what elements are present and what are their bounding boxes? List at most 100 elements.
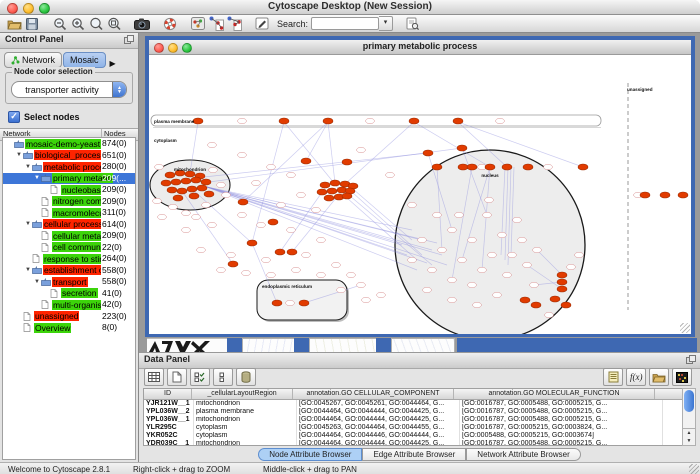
graph-node[interactable] <box>423 287 432 292</box>
network-window-resize-grip[interactable] <box>680 323 690 333</box>
scrollbar-thumb[interactable] <box>684 390 694 412</box>
graph-node[interactable] <box>169 204 178 209</box>
expand-triangle-icon[interactable]: ▼ <box>24 221 32 227</box>
table-cell[interactable]: cytoplasm <box>194 424 297 432</box>
tree-row[interactable]: ▼cellular process614(0) <box>3 219 135 231</box>
graph-node-selected[interactable] <box>201 179 211 185</box>
search-index-icon[interactable] <box>403 16 421 32</box>
graph-node[interactable] <box>347 272 356 277</box>
graph-node[interactable] <box>433 212 442 217</box>
graph-node[interactable] <box>209 167 218 172</box>
graph-node[interactable] <box>238 212 247 217</box>
tree-row[interactable]: cell communicat22(0) <box>3 242 135 254</box>
graph-node[interactable] <box>483 212 492 217</box>
region-plasma-membrane[interactable] <box>151 115 601 126</box>
graph-node[interactable] <box>217 267 226 272</box>
graph-node[interactable] <box>478 267 487 272</box>
table-cell[interactable] <box>663 408 684 416</box>
graph-node[interactable] <box>182 210 191 215</box>
zoom-in-icon[interactable] <box>69 16 87 32</box>
graph-node[interactable] <box>257 222 266 227</box>
graph-node[interactable] <box>488 252 497 257</box>
graph-node-selected[interactable] <box>342 193 352 199</box>
graph-node[interactable] <box>523 262 532 267</box>
graph-node[interactable] <box>473 302 482 307</box>
tab-network[interactable]: Network <box>4 52 62 68</box>
expand-triangle-icon[interactable]: ▼ <box>33 279 41 285</box>
app-resize-grip[interactable] <box>689 464 699 474</box>
graph-node[interactable] <box>513 217 522 222</box>
table-cell[interactable]: YPL036W__1 <box>144 416 194 424</box>
attribute-table-scrollbar[interactable]: ▲▼ <box>682 388 696 446</box>
table-cell[interactable]: [GO:0016787, GO:0005488, GO:0005215, G..… <box>460 416 663 424</box>
annotation-icon[interactable] <box>253 16 271 32</box>
table-cell[interactable]: [GO:0016787, GO:0005215, GO:0003824, G..… <box>460 424 663 432</box>
graph-node[interactable] <box>503 272 512 277</box>
graph-node[interactable] <box>317 272 326 277</box>
graph-node[interactable] <box>208 222 217 227</box>
graph-node[interactable] <box>448 277 457 282</box>
layout-icon-1[interactable] <box>207 16 225 32</box>
graph-node-selected[interactable] <box>660 192 670 198</box>
graph-node-selected[interactable] <box>204 191 214 197</box>
graph-node-selected[interactable] <box>678 192 688 198</box>
graph-node[interactable] <box>297 192 306 197</box>
graph-node-selected[interactable] <box>272 300 282 306</box>
table-cell[interactable]: [GO:0016787, GO:0005488, GO:0005215, G..… <box>460 440 663 446</box>
window-titlebar[interactable]: Cytoscape Desktop (New Session) <box>0 0 700 15</box>
table-cell[interactable]: [GO:0016787, GO:0005488, GO:0005215, G..… <box>460 408 663 416</box>
save-session-icon[interactable] <box>23 16 41 32</box>
zoom-selected-icon[interactable] <box>105 16 123 32</box>
graph-node[interactable] <box>567 264 576 269</box>
graph-node[interactable] <box>418 237 427 242</box>
expand-triangle-icon[interactable]: ▼ <box>24 267 32 273</box>
graph-node[interactable] <box>458 257 467 262</box>
table-cell[interactable] <box>663 424 684 432</box>
graph-node[interactable] <box>217 182 226 187</box>
table-cell[interactable] <box>663 440 684 446</box>
graph-node[interactable] <box>197 247 206 252</box>
graph-node[interactable] <box>252 180 261 185</box>
graph-node[interactable] <box>498 232 507 237</box>
graph-node[interactable] <box>362 297 371 302</box>
column-header[interactable]: annotation.GO MOLECULAR_FUNCTION <box>454 389 655 399</box>
graph-node[interactable] <box>287 172 296 177</box>
graph-node-selected[interactable] <box>171 179 181 185</box>
graph-node[interactable] <box>377 292 386 297</box>
graph-node-selected[interactable] <box>268 219 278 225</box>
graph-node[interactable] <box>192 214 201 219</box>
graph-node-selected[interactable] <box>550 296 560 302</box>
graph-node[interactable] <box>357 282 366 287</box>
graph-node[interactable] <box>575 252 584 257</box>
table-row[interactable]: YJR121W__1mitochondrion[GO:0045267, GO:0… <box>144 400 684 408</box>
graph-node-selected[interactable] <box>279 118 289 124</box>
table-cell[interactable]: YJR121W__1 <box>144 400 194 408</box>
search-dropdown-button[interactable]: ▾ <box>379 16 393 31</box>
graph-node[interactable] <box>468 282 477 287</box>
zoom-fit-icon[interactable] <box>87 16 105 32</box>
column-header[interactable] <box>655 389 684 399</box>
table-cell[interactable]: mitochondrion <box>194 440 297 446</box>
graph-node-selected[interactable] <box>177 188 187 194</box>
graph-node[interactable] <box>208 142 217 147</box>
graph-node[interactable] <box>428 267 437 272</box>
table-cell[interactable] <box>663 400 684 408</box>
graph-node[interactable] <box>158 214 167 219</box>
graph-node-selected[interactable] <box>187 186 197 192</box>
table-cell[interactable]: [GO:0005488, GO:0005215, GO:0003674] <box>460 432 663 440</box>
graph-node[interactable] <box>292 267 301 272</box>
expand-triangle-icon[interactable]: ▼ <box>15 152 23 158</box>
graph-node[interactable] <box>366 118 375 123</box>
tree-row[interactable]: nitrogen compo209(0) <box>3 196 135 208</box>
network-canvas[interactable]: plasma membranecytoplasmmitochondrionnuc… <box>149 55 691 334</box>
graph-node-selected[interactable] <box>167 187 177 193</box>
graph-node-selected[interactable] <box>561 302 571 308</box>
open-file-icon[interactable] <box>5 16 23 32</box>
graph-node-selected[interactable] <box>320 182 330 188</box>
graph-node-selected[interactable] <box>531 302 541 308</box>
graph-node[interactable] <box>262 257 271 262</box>
graph-node-selected[interactable] <box>640 192 650 198</box>
table-cell[interactable]: [GO:0016787, GO:0005488, GO:0005215, G..… <box>460 400 663 408</box>
graph-node-selected[interactable] <box>342 159 352 165</box>
tree-row[interactable]: secretion41(0) <box>3 288 135 300</box>
